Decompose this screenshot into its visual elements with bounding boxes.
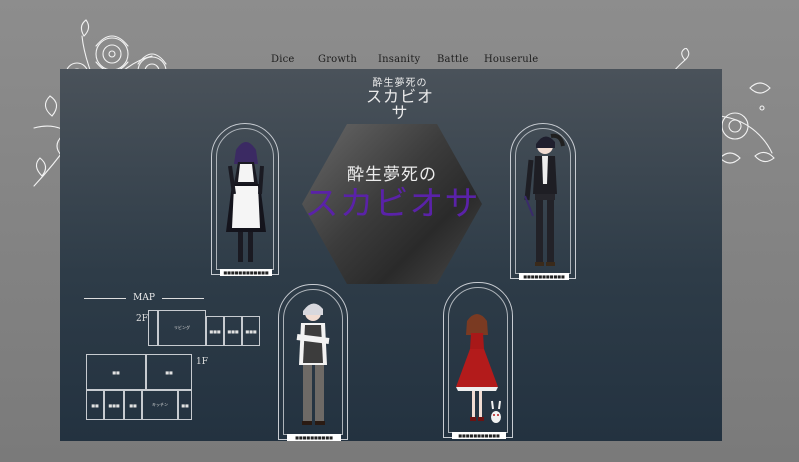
site-logo[interactable]: 酔生夢死の スカビオサ (360, 74, 440, 121)
floor-label-2f: 2F (136, 314, 148, 324)
character-maid-icon (226, 142, 266, 262)
room-1f-6: ■■ (178, 390, 192, 420)
floor-label-1f: 1F (196, 357, 208, 367)
room-1f-3: ■■ (86, 390, 104, 420)
room-1f-kitchen: キッチン (142, 390, 178, 420)
room-1f-5: ■■ (124, 390, 142, 420)
character-frame-4[interactable]: ■■■■■■■■■■■ (443, 282, 513, 439)
nav-dice[interactable]: Dice (271, 54, 295, 65)
logo-line2: スカビオサ (365, 87, 434, 122)
character-vest-icon (296, 303, 330, 425)
floor-plan-1f: ■■ ■■ ■■ ■■■ ■■ キッチン ■■ (86, 354, 192, 420)
character-nameplate-2: ■■■■■■■■■■■ (519, 273, 569, 280)
hero-title-line2: スカビオサ (304, 184, 480, 224)
character-nameplate-3: ■■■■■■■■■■ (287, 434, 341, 441)
nav-insanity[interactable]: Insanity (378, 54, 420, 65)
character-frame-2[interactable]: ■■■■■■■■■■■ (510, 123, 576, 280)
room-2f-3: ■■■ (224, 316, 242, 346)
hero-title-line1: 酔生夢死の (347, 165, 437, 185)
nav-houserule[interactable]: Houserule (484, 54, 538, 65)
room-2f-1 (148, 310, 158, 346)
map-heading: MAP (84, 293, 204, 305)
character-nameplate-4: ■■■■■■■■■■■ (452, 432, 506, 439)
map-divider-right (162, 298, 204, 299)
character-frame-3[interactable]: ■■■■■■■■■■ (278, 284, 348, 441)
floor-plan-2f: リビング ■■■ ■■■ ■■■ (148, 310, 260, 346)
nav-battle[interactable]: Battle (437, 54, 469, 65)
top-nav: Dice Growth Insanity Battle Houserule (0, 54, 799, 70)
character-nameplate-1: ■■■■■■■■■■■■ (220, 269, 272, 276)
room-1f-2: ■■ (146, 354, 192, 390)
room-2f-2: ■■■ (206, 316, 224, 346)
character-red-dress-icon (456, 314, 501, 423)
room-2f-4: ■■■ (242, 316, 260, 346)
hero-title: 酔生夢死の スカビオサ (302, 160, 482, 223)
room-1f-4: ■■■ (104, 390, 124, 420)
room-2f-living: リビング (158, 310, 206, 346)
room-1f-1: ■■ (86, 354, 146, 390)
character-frame-1[interactable]: ■■■■■■■■■■■■ (211, 123, 279, 276)
character-butler-icon (524, 133, 565, 266)
nav-growth[interactable]: Growth (318, 54, 357, 65)
